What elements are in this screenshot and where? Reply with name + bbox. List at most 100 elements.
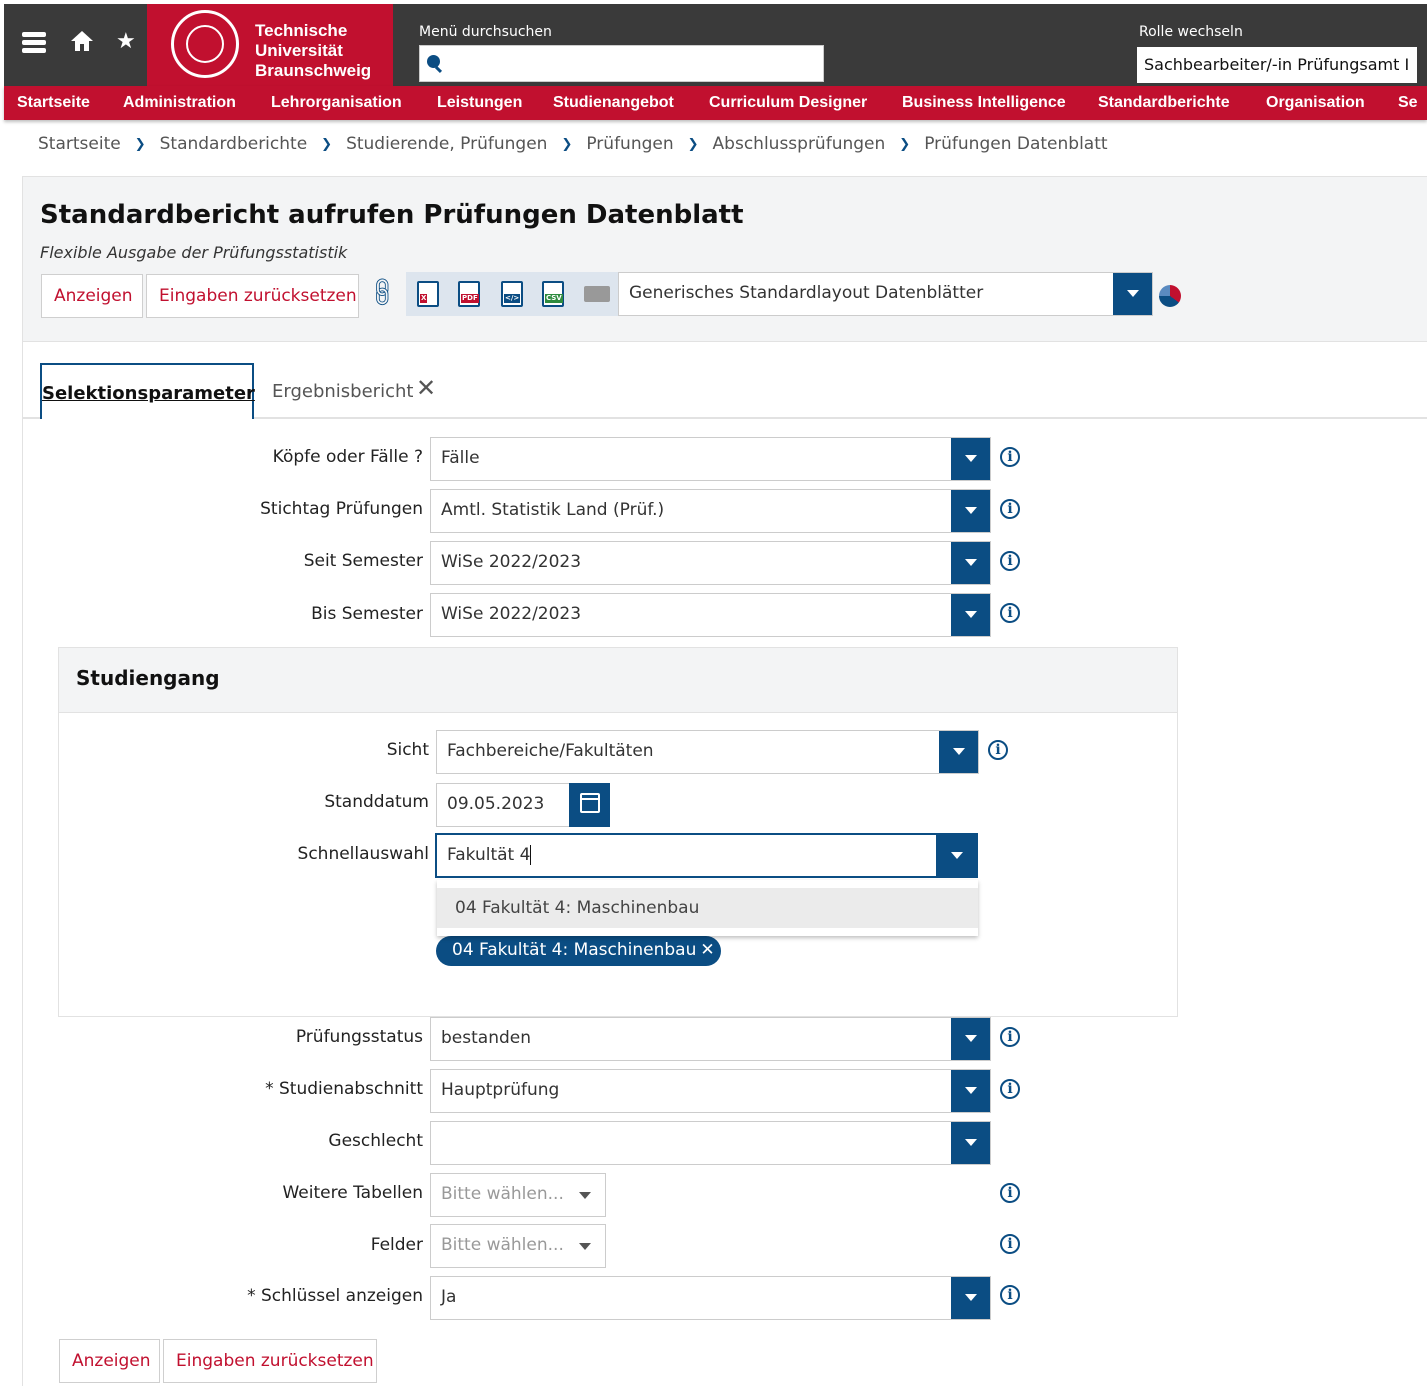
csv-export-icon[interactable]: CSV	[542, 281, 564, 307]
close-icon[interactable]: ✕	[416, 374, 436, 402]
info-icon[interactable]: i	[1000, 1183, 1020, 1203]
selected-chip: 04 Fakultät 4: Maschinenbau ✕	[436, 936, 721, 966]
html-export-icon[interactable]	[584, 286, 610, 302]
nav-item-curriculum-designer[interactable]: Curriculum Designer	[709, 94, 867, 112]
logo-line-3: Braunschweig	[255, 61, 372, 80]
menu-icon[interactable]	[22, 30, 46, 58]
breadcrumb-item[interactable]: Startseite	[38, 134, 121, 154]
nav-item-more[interactable]: Se	[1398, 94, 1418, 112]
chevron-down-icon[interactable]	[951, 1277, 990, 1319]
star-icon[interactable]: ★	[116, 30, 136, 54]
chevron-down-icon[interactable]	[951, 1070, 990, 1112]
chevron-down-icon[interactable]	[951, 490, 990, 532]
chevron-down-icon[interactable]	[951, 1018, 990, 1060]
pruefungsstatus-value: bestanden	[441, 1028, 531, 1048]
info-icon[interactable]: i	[1000, 499, 1020, 519]
info-icon[interactable]: i	[1000, 447, 1020, 467]
bis-semester-label: Bis Semester	[311, 604, 423, 624]
pruefungsstatus-label: Prüfungsstatus	[295, 1027, 423, 1047]
info-icon[interactable]: i	[1000, 603, 1020, 623]
home-icon[interactable]	[70, 30, 94, 56]
chevron-down-icon[interactable]	[939, 731, 978, 773]
felder-select[interactable]: Bitte wählen...	[430, 1224, 606, 1268]
standdatum-input[interactable]: 09.05.2023	[436, 783, 570, 827]
koepfe-value: Fälle	[441, 448, 480, 468]
pdf-export-icon[interactable]: PDF	[458, 281, 480, 307]
stichtag-select[interactable]: Amtl. Statistik Land (Prüf.)	[430, 489, 991, 533]
schnellauswahl-value: Fakultät 4	[447, 845, 531, 865]
chip-label: 04 Fakultät 4: Maschinenbau	[452, 940, 697, 960]
standdatum-label: Standdatum	[324, 792, 429, 812]
nav-item-business-intelligence[interactable]: Business Intelligence	[902, 94, 1066, 112]
xls-export-icon[interactable]: X	[417, 281, 439, 307]
schluessel-label: * Schlüssel anzeigen	[247, 1286, 423, 1306]
breadcrumb-item[interactable]: Studierende, Prüfungen	[346, 134, 547, 154]
layout-select[interactable]: Generisches Standardlayout Datenblätter	[618, 272, 1153, 316]
chevron-down-icon[interactable]	[951, 542, 990, 584]
schnellauswahl-input[interactable]: Fakultät 4	[435, 833, 978, 878]
geschlecht-select[interactable]	[430, 1121, 991, 1165]
chevron-down-icon[interactable]	[936, 833, 978, 878]
tu-braunschweig-logo[interactable]: Technische Universität Braunschweig	[147, 4, 393, 86]
felder-label: Felder	[370, 1235, 423, 1255]
role-switch-label: Rolle wechseln	[1139, 24, 1243, 40]
show-button[interactable]: Anzeigen	[41, 274, 143, 318]
chevron-down-icon[interactable]	[951, 438, 990, 480]
breadcrumb-item[interactable]: Prüfungen	[586, 134, 673, 154]
nav-item-administration[interactable]: Administration	[123, 94, 236, 112]
weitere-tabellen-select[interactable]: Bitte wählen...	[430, 1173, 606, 1217]
chart-icon[interactable]	[1159, 285, 1181, 307]
seit-semester-select[interactable]: WiSe 2022/2023	[430, 541, 991, 585]
role-select[interactable]: Sachbearbeiter/-in Prüfungsamt I	[1137, 47, 1417, 83]
tab-ergebnisbericht[interactable]: Ergebnisbericht	[272, 381, 413, 402]
breadcrumb: Startseite ❯ Standardberichte ❯ Studierende,…	[38, 134, 1108, 154]
sicht-select[interactable]: Fachbereiche/Fakultäten	[436, 730, 979, 774]
chevron-down-icon[interactable]	[951, 1122, 990, 1164]
bis-semester-value: WiSe 2022/2023	[441, 604, 582, 624]
koepfe-select[interactable]: Fälle	[430, 437, 991, 481]
nav-item-organisation[interactable]: Organisation	[1266, 94, 1365, 112]
bis-semester-select[interactable]: WiSe 2022/2023	[430, 593, 991, 637]
dropdown-option[interactable]: 04 Fakultät 4: Maschinenbau	[437, 888, 978, 928]
chevron-down-icon[interactable]	[951, 594, 990, 636]
nav-item-leistungen[interactable]: Leistungen	[437, 94, 522, 112]
menu-search-input[interactable]	[419, 45, 824, 82]
nav-item-lehrorganisation[interactable]: Lehrorganisation	[271, 94, 402, 112]
breadcrumb-item[interactable]: Abschlussprüfungen	[713, 134, 886, 154]
studiengang-title: Studiengang	[76, 666, 220, 690]
layout-select-value: Generisches Standardlayout Datenblätter	[629, 283, 984, 303]
info-icon[interactable]: i	[1000, 1234, 1020, 1254]
info-icon[interactable]: i	[1000, 1027, 1020, 1047]
nav-item-standardberichte[interactable]: Standardberichte	[1098, 94, 1230, 112]
seal-icon	[171, 10, 239, 78]
calendar-icon	[580, 793, 600, 813]
xml-export-icon[interactable]: </>	[501, 281, 523, 307]
chevron-right-icon: ❯	[134, 137, 146, 152]
tab-selektionsparameter[interactable]: Selektionsparameter	[40, 363, 255, 419]
reset-button[interactable]: Eingaben zurücksetzen	[146, 274, 359, 318]
close-icon[interactable]: ✕	[700, 940, 714, 960]
schluessel-select[interactable]: Ja	[430, 1276, 991, 1320]
nav-item-startseite[interactable]: Startseite	[17, 94, 90, 112]
breadcrumb-item[interactable]: Standardberichte	[160, 134, 308, 154]
info-icon[interactable]: i	[1000, 1079, 1020, 1099]
nav-item-studienangebot[interactable]: Studienangebot	[553, 94, 674, 112]
schnellauswahl-label: Schnellauswahl	[297, 844, 429, 864]
info-icon[interactable]: i	[1000, 1285, 1020, 1305]
info-icon[interactable]: i	[1000, 551, 1020, 571]
geschlecht-label: Geschlecht	[328, 1131, 423, 1151]
calendar-button[interactable]	[569, 783, 610, 827]
page-subtitle: Flexible Ausgabe der Prüfungsstatistik	[40, 243, 348, 262]
chevron-down-icon[interactable]	[1113, 273, 1152, 315]
info-icon[interactable]: i	[988, 740, 1008, 760]
reset-button-bottom[interactable]: Eingaben zurücksetzen	[163, 1339, 377, 1383]
pruefungsstatus-select[interactable]: bestanden	[430, 1017, 991, 1061]
studienabschnitt-select[interactable]: Hauptprüfung	[430, 1069, 991, 1113]
schnellauswahl-dropdown: 04 Fakultät 4: Maschinenbau	[437, 880, 978, 936]
chevron-right-icon: ❯	[561, 137, 573, 152]
chevron-right-icon: ❯	[899, 137, 911, 152]
text-cursor	[530, 845, 532, 865]
breadcrumb-item-current: Prüfungen Datenblatt	[924, 134, 1108, 154]
show-button-bottom[interactable]: Anzeigen	[59, 1339, 160, 1383]
chevron-right-icon: ❯	[321, 137, 333, 152]
